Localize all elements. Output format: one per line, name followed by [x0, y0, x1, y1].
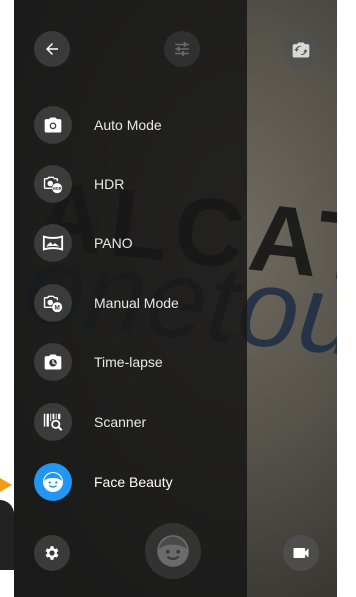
hdr-icon: HDR	[34, 165, 72, 203]
mode-label: Manual Mode	[94, 295, 179, 311]
mode-item-scanner[interactable]: Scanner	[34, 402, 244, 442]
camera-screen: ALCATEL onetouch. Auto Mode	[14, 0, 337, 597]
shutter-button[interactable]	[145, 523, 201, 579]
mode-item-face-beauty[interactable]: Face Beauty	[34, 462, 244, 502]
svg-text:HDR: HDR	[53, 186, 62, 191]
svg-text:M: M	[54, 304, 59, 311]
mode-label: Scanner	[94, 414, 147, 430]
sliders-icon	[175, 42, 189, 56]
camera-icon	[34, 106, 72, 144]
mode-label: Face Beauty	[94, 474, 173, 490]
scanner-icon	[34, 403, 72, 441]
settings-sliders-button[interactable]	[164, 31, 200, 67]
switch-camera-button[interactable]	[283, 32, 319, 68]
mode-label: Auto Mode	[94, 117, 162, 133]
manual-mode-icon: M	[34, 284, 72, 322]
panorama-icon	[34, 224, 72, 262]
mode-label: PANO	[94, 235, 133, 251]
face-beauty-shutter-icon	[157, 535, 189, 567]
back-button[interactable]	[34, 31, 70, 67]
mode-label: HDR	[94, 176, 125, 192]
edge-shape	[0, 500, 14, 570]
switch-camera-icon	[292, 42, 310, 58]
mode-item-time-lapse[interactable]: Time-lapse	[34, 342, 244, 382]
gear-icon	[45, 546, 59, 560]
mode-item-hdr[interactable]: HDR HDR	[34, 164, 244, 204]
mode-item-pano[interactable]: PANO	[34, 223, 244, 263]
mode-label: Time-lapse	[94, 354, 163, 370]
face-beauty-icon	[34, 463, 72, 501]
video-camera-icon	[293, 548, 309, 558]
mode-item-auto[interactable]: Auto Mode	[34, 105, 244, 145]
mode-item-manual[interactable]: M Manual Mode	[34, 283, 244, 323]
video-button[interactable]	[283, 535, 319, 571]
pointer-arrow	[0, 478, 12, 492]
time-lapse-icon	[34, 343, 72, 381]
settings-button[interactable]	[34, 535, 70, 571]
back-arrow-icon	[46, 43, 58, 55]
